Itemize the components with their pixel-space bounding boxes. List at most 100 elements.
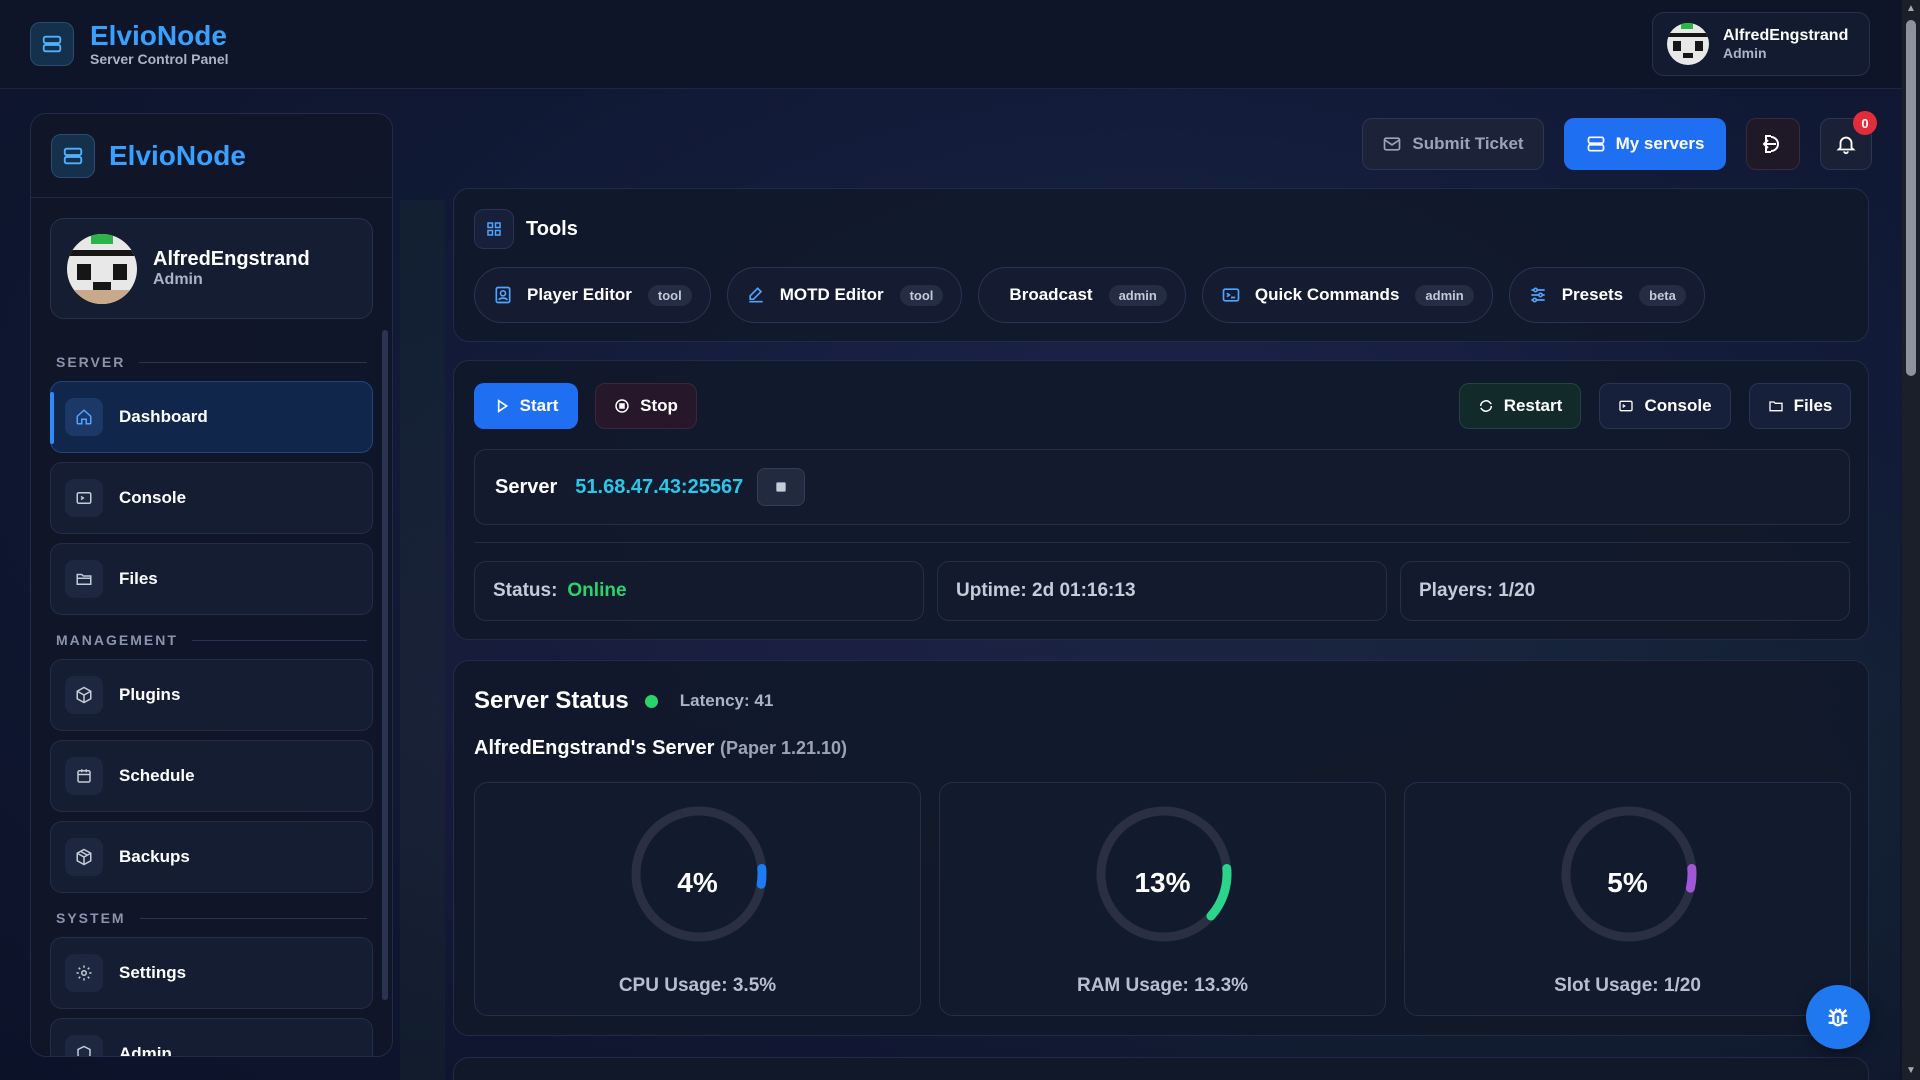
terminal-icon bbox=[1221, 285, 1241, 305]
tool-player-editor[interactable]: Player Editor tool bbox=[474, 267, 711, 323]
ram-usage-label: RAM Usage: 13.3% bbox=[1076, 975, 1249, 996]
tool-label: Broadcast bbox=[1009, 285, 1093, 304]
bell-icon bbox=[1835, 133, 1857, 155]
server-logo-icon[interactable] bbox=[51, 133, 95, 178]
logout-button[interactable] bbox=[1746, 118, 1800, 170]
submit-ticket-label: Submit Ticket bbox=[1412, 134, 1524, 153]
tool-label: MOTD Editor bbox=[779, 285, 884, 304]
package-icon bbox=[65, 838, 103, 876]
sidebar-item-label: Settings bbox=[119, 963, 187, 982]
gear-icon bbox=[65, 954, 103, 992]
notifications-button[interactable]: 0 bbox=[1820, 111, 1877, 170]
scroll-thumb[interactable] bbox=[1906, 20, 1916, 376]
tool-quick-commands[interactable]: Quick Commands admin bbox=[1201, 267, 1493, 323]
cpu-gauge-value: 4% bbox=[677, 867, 718, 898]
brand-subtitle: Server Control Panel bbox=[90, 51, 229, 67]
notification-badge: 0 bbox=[1853, 111, 1877, 135]
tool-tag: admin bbox=[1415, 284, 1474, 306]
server-address[interactable]: 51.68.47.43:25567 bbox=[575, 476, 743, 499]
mail-icon bbox=[1382, 134, 1402, 154]
brand-name: ElvioNode bbox=[90, 20, 227, 51]
grid-icon bbox=[474, 209, 514, 249]
sidebar-item-label: Files bbox=[119, 569, 158, 588]
user-menu[interactable]: AlfredEngstrand Admin bbox=[1652, 12, 1870, 76]
files-button[interactable]: Files bbox=[1749, 383, 1851, 429]
stop-label: Stop bbox=[640, 396, 678, 415]
sidebar-item-admin[interactable]: Admin bbox=[50, 1018, 373, 1056]
server-logo-icon[interactable] bbox=[30, 22, 74, 66]
submit-ticket-button[interactable]: Submit Ticket bbox=[1362, 118, 1544, 170]
tools-panel: Tools Player Editor tool MOTD Editor too… bbox=[453, 188, 1869, 342]
status-label: Status: bbox=[493, 580, 558, 601]
server-version: (Paper 1.21.10) bbox=[719, 738, 848, 758]
user-name: AlfredEngstrand bbox=[153, 248, 310, 270]
section-server: SERVER bbox=[56, 351, 367, 373]
scroll-up-arrow[interactable]: ▲ bbox=[1906, 4, 1916, 14]
sidebar: ElvioNode AlfredEngstrand Admin SERVER D… bbox=[30, 113, 393, 1057]
sidebar-user-card[interactable]: AlfredEngstrand Admin bbox=[50, 218, 373, 319]
sliders-icon bbox=[1528, 285, 1548, 305]
sidebar-item-schedule[interactable]: Schedule bbox=[50, 740, 373, 812]
tool-tag: beta bbox=[1639, 284, 1686, 306]
my-servers-button[interactable]: My servers bbox=[1564, 118, 1726, 170]
folder-icon bbox=[1768, 398, 1784, 414]
scroll-down-arrow[interactable]: ▼ bbox=[1906, 1066, 1916, 1076]
sidebar-header: ElvioNode bbox=[31, 114, 392, 198]
stop-button[interactable]: Stop bbox=[595, 383, 697, 429]
tool-label: Quick Commands bbox=[1254, 285, 1400, 304]
sidebar-item-label: Console bbox=[119, 488, 187, 507]
sidebar-item-settings[interactable]: Settings bbox=[50, 937, 373, 1009]
terminal-icon bbox=[65, 479, 103, 517]
restart-button[interactable]: Restart bbox=[1459, 383, 1581, 429]
players-stat: Players: 1/20 bbox=[1400, 561, 1850, 621]
sidebar-item-files[interactable]: Files bbox=[50, 543, 373, 615]
stop-circle-icon bbox=[614, 398, 630, 414]
copy-icon bbox=[774, 480, 788, 494]
next-panel bbox=[453, 1057, 1869, 1080]
home-icon bbox=[65, 398, 103, 436]
logout-icon bbox=[1761, 132, 1785, 156]
pencil-icon bbox=[746, 285, 766, 305]
sidebar-item-label: Dashboard bbox=[119, 407, 208, 426]
tool-motd-editor[interactable]: MOTD Editor tool bbox=[726, 267, 963, 323]
tools-title: Tools bbox=[526, 217, 578, 240]
user-role: Admin bbox=[1723, 45, 1767, 61]
start-label: Start bbox=[519, 396, 559, 415]
start-button[interactable]: Start bbox=[474, 383, 578, 429]
server-status-title: Server Status bbox=[474, 687, 629, 714]
server-label: Server bbox=[495, 475, 558, 498]
sidebar-item-console[interactable]: Console bbox=[50, 462, 373, 534]
sidebar-item-plugins[interactable]: Plugins bbox=[50, 659, 373, 731]
status-badge: Online bbox=[567, 580, 627, 601]
sidebar-item-dashboard[interactable]: Dashboard bbox=[50, 381, 373, 453]
copy-address-button[interactable] bbox=[757, 468, 806, 506]
slot-usage-label: Slot Usage: 1/20 bbox=[1554, 975, 1701, 996]
cpu-gauge-card: 4% CPU Usage: 3.5% bbox=[474, 782, 921, 1016]
sidebar-brand: ElvioNode bbox=[109, 139, 246, 171]
sidebar-item-label: Backups bbox=[119, 847, 190, 866]
uptime-stat: Uptime: 2d 01:16:13 bbox=[937, 561, 1387, 621]
section-management: MANAGEMENT bbox=[56, 629, 367, 651]
server-status-panel: Server Status Latency: 41 AlfredEngstran… bbox=[453, 660, 1869, 1036]
page-scrollbar[interactable]: ▲ ▼ bbox=[1902, 0, 1920, 1080]
sidebar-item-backups[interactable]: Backups bbox=[50, 821, 373, 893]
divider bbox=[474, 542, 1850, 543]
server-name-text: AlfredEngstrand's Server bbox=[474, 737, 715, 759]
server-address-box: Server 51.68.47.43:25567 bbox=[474, 449, 1850, 525]
refresh-icon bbox=[1478, 398, 1494, 414]
tool-presets[interactable]: Presets beta bbox=[1508, 267, 1705, 323]
ram-gauge-card: 13% RAM Usage: 13.3% bbox=[939, 782, 1386, 1016]
folder-icon bbox=[65, 560, 103, 598]
user-role: Admin bbox=[153, 271, 203, 288]
user-card-icon bbox=[493, 285, 513, 305]
restart-label: Restart bbox=[1503, 396, 1563, 415]
cube-icon bbox=[65, 676, 103, 714]
tool-tag: admin bbox=[1108, 284, 1167, 306]
status-stat: Status: Online bbox=[474, 561, 924, 621]
calendar-icon bbox=[65, 757, 103, 795]
tool-broadcast[interactable]: Broadcast admin bbox=[978, 267, 1186, 323]
bug-report-button[interactable] bbox=[1806, 985, 1870, 1049]
console-button[interactable]: Console bbox=[1599, 383, 1731, 429]
slot-gauge-card: 5% Slot Usage: 1/20 bbox=[1404, 782, 1851, 1016]
sidebar-scrollbar[interactable] bbox=[382, 330, 388, 1000]
